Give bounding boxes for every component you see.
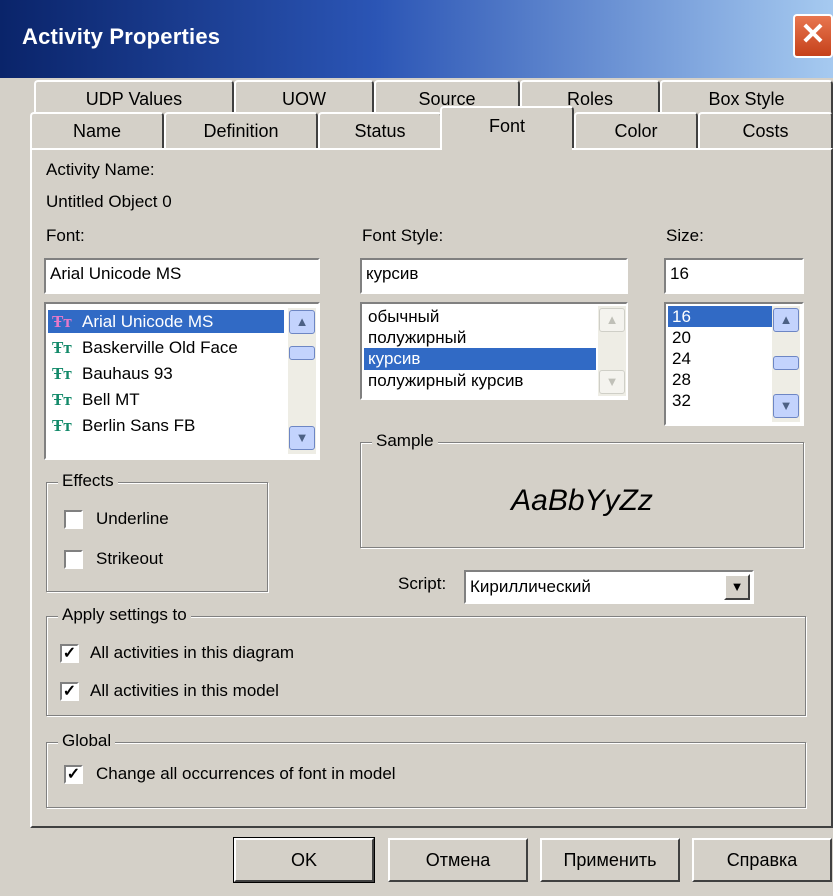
- font-style-label: Font Style:: [362, 226, 444, 245]
- tab-color[interactable]: Color: [574, 112, 698, 148]
- global-label: Global: [58, 731, 116, 751]
- size-item[interactable]: 16: [668, 306, 772, 327]
- scroll-up-icon[interactable]: ▲: [773, 308, 799, 332]
- font-style-scrollbar[interactable]: ▲ ▼: [598, 306, 626, 396]
- script-label: Script:: [398, 574, 447, 593]
- active-tab-join: [442, 146, 572, 150]
- font-style-input[interactable]: курсив: [360, 258, 628, 294]
- scroll-up-icon[interactable]: ▲: [599, 308, 625, 332]
- underline-label[interactable]: Underline: [96, 509, 169, 529]
- change-all-label[interactable]: Change all occurrences of font in model: [96, 764, 396, 784]
- help-button[interactable]: Справка: [692, 838, 832, 882]
- scroll-down-icon[interactable]: ▼: [773, 394, 799, 418]
- window-title: Activity Properties: [22, 24, 221, 49]
- apply-model-label[interactable]: All activities in this model: [90, 681, 279, 701]
- truetype-font-icon: Ŧт: [52, 364, 72, 383]
- font-input[interactable]: Arial Unicode MS: [44, 258, 320, 294]
- cancel-button[interactable]: Отмена: [388, 838, 528, 882]
- tab-uow[interactable]: UOW: [234, 80, 374, 116]
- size-item[interactable]: 20: [668, 327, 772, 348]
- font-list-item[interactable]: Ŧт Bauhaus 93: [48, 362, 284, 385]
- ok-button[interactable]: OK: [233, 837, 375, 883]
- effects-label: Effects: [58, 471, 118, 491]
- effects-group: [46, 482, 268, 592]
- activity-name-label: Activity Name:: [46, 160, 155, 179]
- size-input-value: 16: [670, 264, 689, 283]
- script-select-value: Кириллический: [470, 577, 591, 596]
- apply-settings-group: [46, 616, 806, 716]
- tab-font[interactable]: Font: [440, 106, 574, 148]
- font-style-item[interactable]: полужирный: [364, 327, 596, 348]
- strikeout-label[interactable]: Strikeout: [96, 549, 163, 569]
- font-list-item[interactable]: Ŧт Arial Unicode MS: [48, 310, 284, 333]
- size-list[interactable]: 16 20 24 28 32 ▲ ▼: [664, 302, 804, 426]
- scroll-down-icon[interactable]: ▼: [599, 370, 625, 394]
- font-style-item[interactable]: курсив: [364, 348, 596, 370]
- tab-name[interactable]: Name: [30, 112, 164, 148]
- font-list-item[interactable]: Ŧт Bell MT: [48, 388, 284, 411]
- tab-status[interactable]: Status: [318, 112, 442, 148]
- size-item[interactable]: 28: [668, 369, 772, 390]
- tab-costs[interactable]: Costs: [698, 112, 833, 148]
- apply-button[interactable]: Применить: [540, 838, 680, 882]
- scroll-down-icon[interactable]: ▼: [289, 426, 315, 450]
- truetype-font-icon: Ŧт: [52, 312, 72, 331]
- change-all-checkbox[interactable]: ✓: [64, 765, 83, 784]
- size-item[interactable]: 24: [668, 348, 772, 369]
- sample-label: Sample: [372, 431, 438, 451]
- font-style-item[interactable]: обычный: [364, 306, 596, 327]
- font-style-input-value: курсив: [366, 264, 419, 283]
- scroll-up-icon[interactable]: ▲: [289, 310, 315, 334]
- font-list[interactable]: Ŧт Arial Unicode MS Ŧт Baskerville Old Fac…: [44, 302, 320, 460]
- font-list-item[interactable]: Ŧт Berlin Sans FB: [48, 414, 284, 437]
- font-label: Font:: [46, 226, 85, 245]
- tab-udp-values[interactable]: UDP Values: [34, 80, 234, 116]
- size-label: Size:: [666, 226, 704, 245]
- font-input-value: Arial Unicode MS: [50, 264, 182, 283]
- font-list-scrollbar[interactable]: ▲ ▼: [288, 308, 316, 454]
- underline-checkbox[interactable]: [64, 510, 83, 529]
- chevron-down-icon[interactable]: ▼: [724, 574, 750, 600]
- truetype-font-icon: Ŧт: [52, 338, 72, 357]
- tab-definition[interactable]: Definition: [164, 112, 318, 148]
- font-list-item[interactable]: Ŧт Baskerville Old Face: [48, 336, 284, 359]
- size-list-scrollbar[interactable]: ▲ ▼: [772, 306, 800, 422]
- apply-diagram-checkbox[interactable]: ✓: [60, 644, 79, 663]
- size-input[interactable]: 16: [664, 258, 804, 294]
- script-select[interactable]: Кириллический ▼: [464, 570, 754, 604]
- strikeout-checkbox[interactable]: [64, 550, 83, 569]
- truetype-font-icon: Ŧт: [52, 416, 72, 435]
- scroll-thumb[interactable]: [773, 356, 799, 370]
- scroll-thumb[interactable]: [289, 346, 315, 360]
- size-item[interactable]: 32: [668, 390, 772, 411]
- tab-box-style[interactable]: Box Style: [660, 80, 833, 116]
- close-icon[interactable]: ✕: [793, 14, 833, 58]
- apply-settings-label: Apply settings to: [58, 605, 191, 625]
- truetype-font-icon: Ŧт: [52, 390, 72, 409]
- activity-name-value: Untitled Object 0: [46, 192, 172, 211]
- font-style-list[interactable]: обычный полужирный курсив полужирный кур…: [360, 302, 628, 400]
- sample-text: AaBbYyZz: [511, 484, 653, 517]
- apply-model-checkbox[interactable]: ✓: [60, 682, 79, 701]
- font-style-item[interactable]: полужирный курсив: [364, 370, 596, 391]
- apply-diagram-label[interactable]: All activities in this diagram: [90, 643, 294, 663]
